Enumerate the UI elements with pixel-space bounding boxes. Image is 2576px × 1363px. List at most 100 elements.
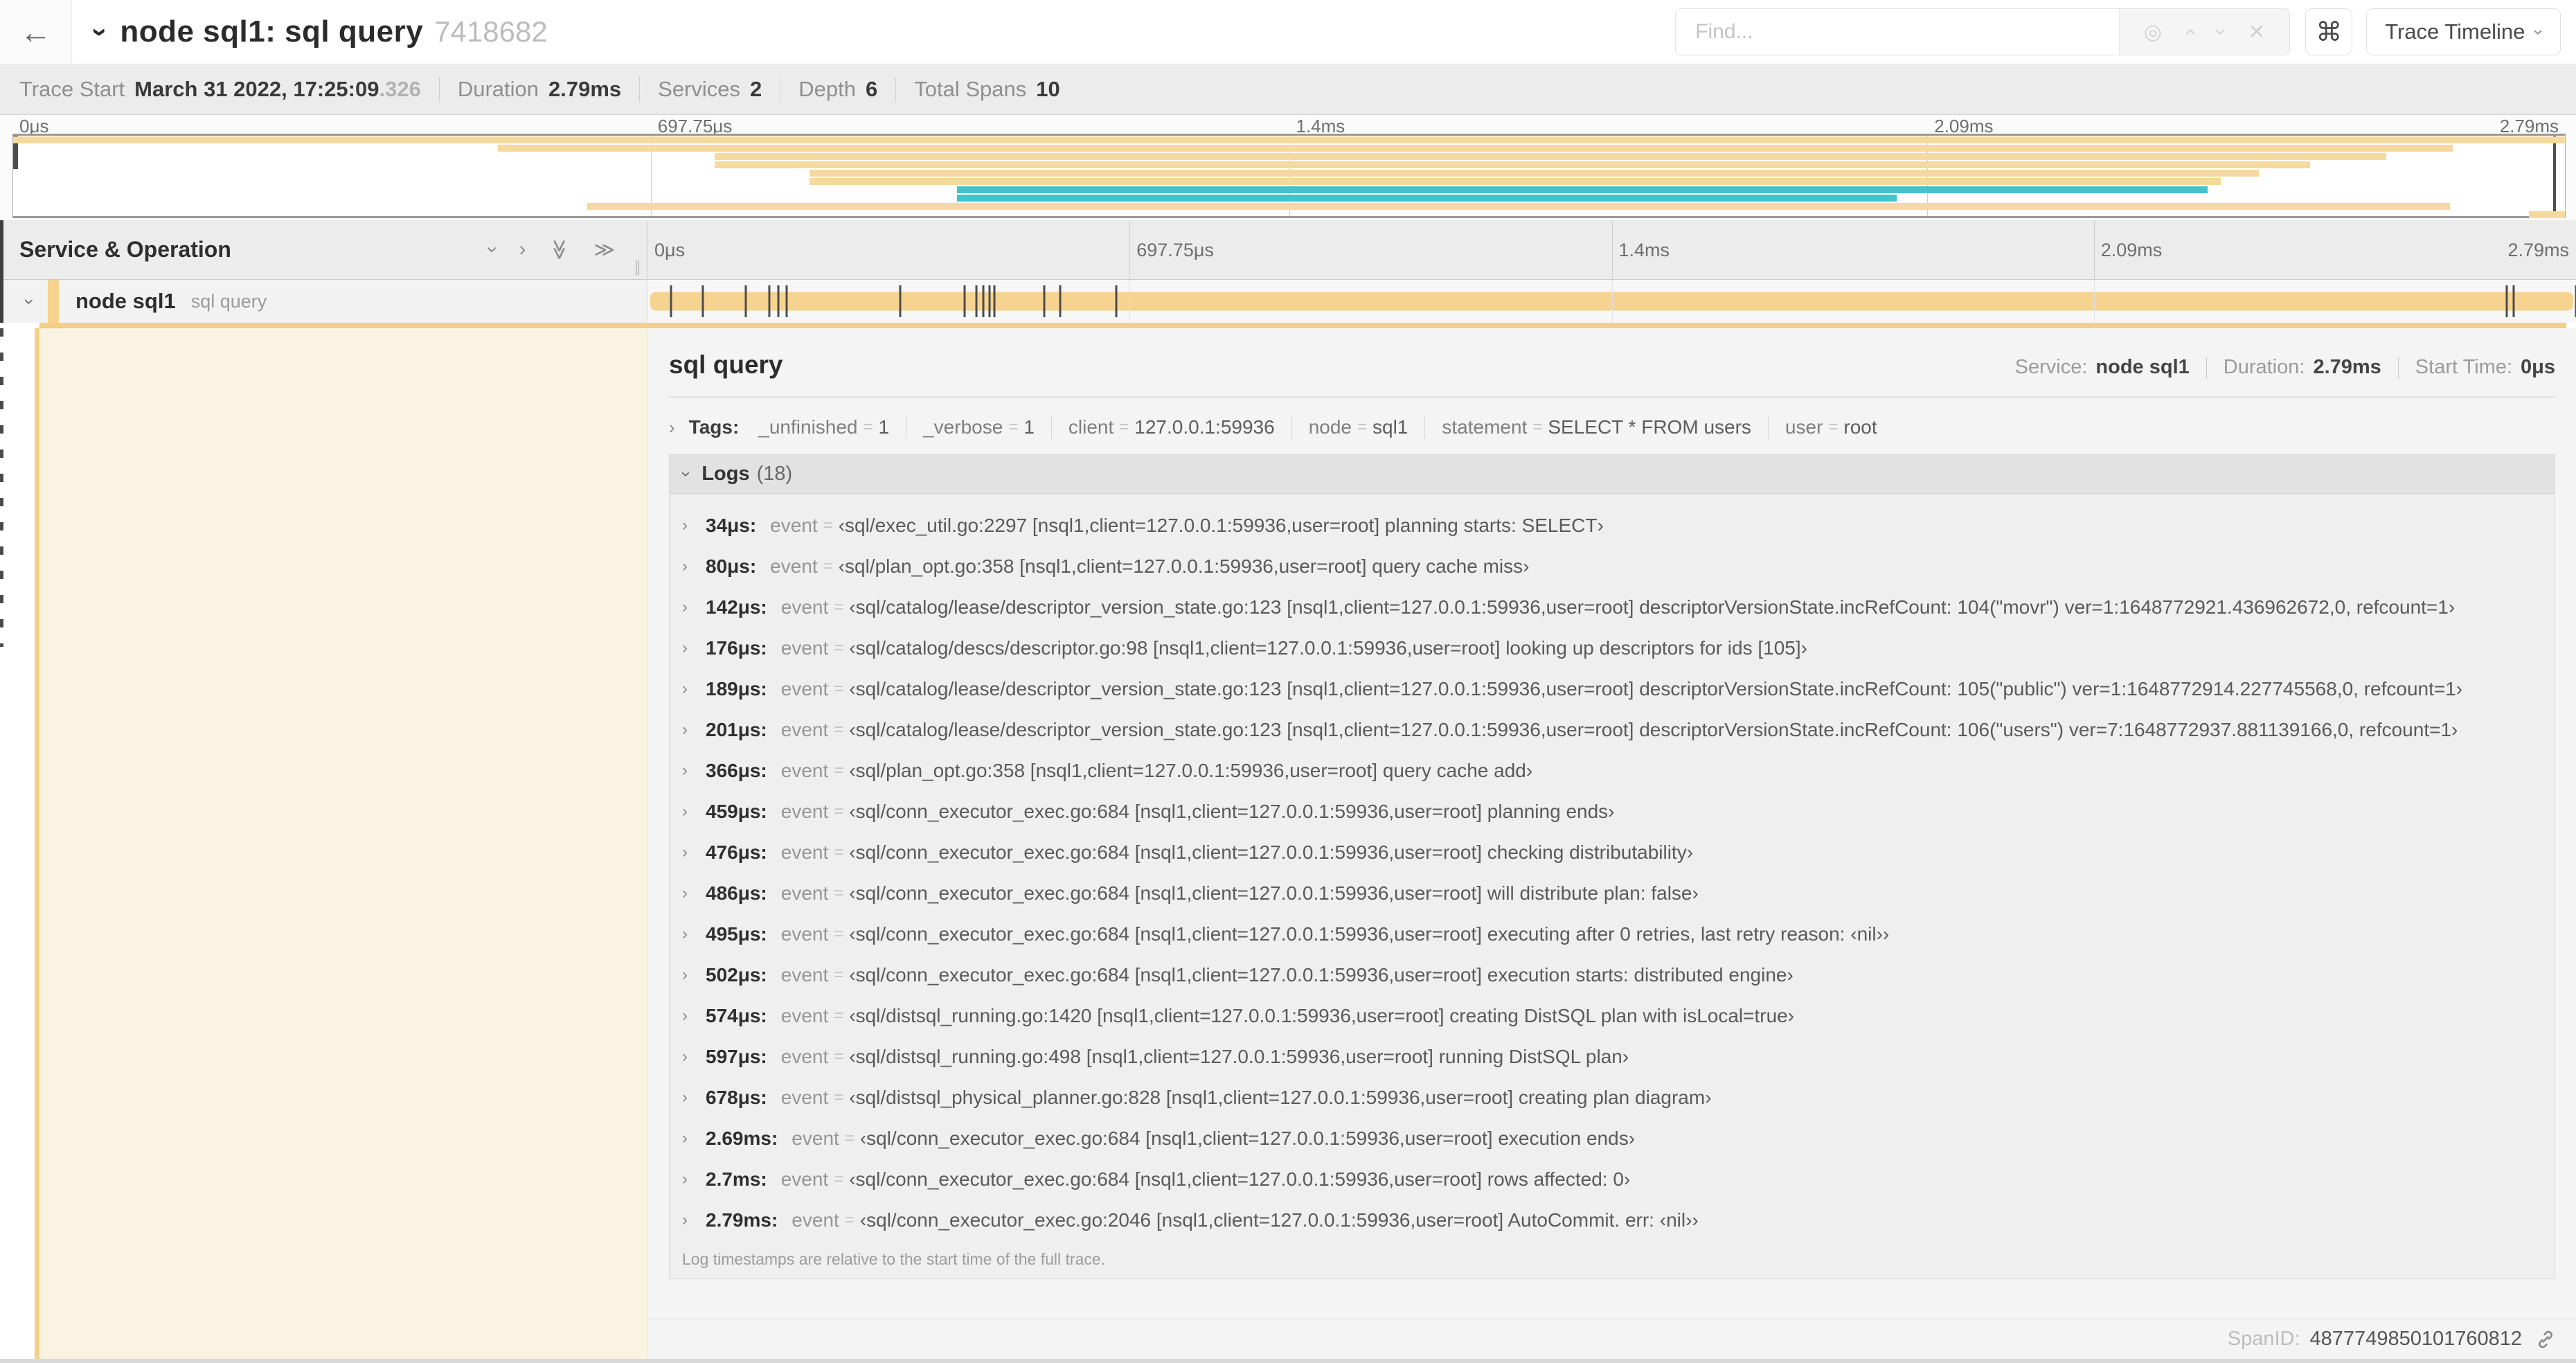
log-entry-row[interactable]: › 574μs: event = ‹sql/distsql_running.go:142…	[670, 995, 2555, 1036]
overview-separator	[2206, 356, 2207, 379]
span-children-chevron-icon[interactable]: ›	[19, 299, 40, 305]
log-event-tick[interactable]	[744, 285, 747, 317]
log-entry-row[interactable]: › 486μs: event = ‹sql/conn_executor_exec.go:…	[670, 873, 2555, 914]
log-event-tick[interactable]	[993, 285, 996, 317]
minimap-span-bar	[498, 145, 2453, 152]
collapse-trace-chevron-icon[interactable]: ›	[84, 27, 116, 36]
log-entry-row[interactable]: › 176μs: event = ‹sql/catalog/descs/descript…	[670, 627, 2555, 668]
overview-value: node sql1	[2095, 356, 2190, 378]
span-detail-accent	[39, 323, 2566, 328]
log-entry-row[interactable]: › 80μs: event = ‹sql/plan_opt.go:358 [nsql1,…	[670, 546, 2555, 587]
tags-chevron-icon[interactable]: ›	[669, 417, 675, 438]
summary-label: Duration	[457, 77, 539, 101]
log-field-name: event	[780, 1086, 829, 1108]
log-chevron-icon[interactable]: ›	[682, 884, 706, 903]
log-event-tick[interactable]	[1043, 285, 1046, 317]
span-row-name-cell[interactable]: › node sql1 sql query	[0, 220, 647, 323]
next-match-icon[interactable]: ›	[2209, 28, 2233, 35]
log-chevron-icon[interactable]: ›	[682, 802, 706, 821]
tag-value: 1	[878, 416, 890, 438]
log-event-tick[interactable]	[2512, 285, 2515, 317]
minimap-canvas[interactable]	[12, 134, 2566, 218]
log-entry-row[interactable]: › 366μs: event = ‹sql/plan_opt.go:358 [nsql1…	[670, 750, 2555, 791]
log-entry-row[interactable]: › 34μs: event = ‹sql/exec_util.go:2297 [nsql…	[670, 505, 2555, 546]
log-chevron-icon[interactable]: ›	[682, 1170, 706, 1189]
collapse-one-icon[interactable]: ›	[481, 247, 503, 253]
log-field-value: ‹sql/conn_executor_exec.go:684 [nsql1,cl…	[849, 800, 1615, 822]
logs-count: (18)	[756, 463, 793, 485]
log-chevron-icon[interactable]: ›	[682, 598, 706, 617]
log-chevron-icon[interactable]: ›	[682, 679, 706, 699]
tag-equals: =	[1008, 418, 1019, 436]
log-entry-row[interactable]: › 476μs: event = ‹sql/conn_executor_exec.go:…	[670, 832, 2555, 873]
log-entry-row[interactable]: › 2.7ms: event = ‹sql/conn_executor_exec.go:…	[670, 1159, 2555, 1200]
view-selector-dropdown[interactable]: Trace Timeline ›	[2366, 8, 2561, 55]
log-event-tick[interactable]	[1059, 285, 1062, 317]
tags-row[interactable]: › Tags: _unfinished = 1 _verbose = 1 client = 12…	[648, 398, 2576, 453]
link-icon[interactable]	[2534, 1328, 2557, 1351]
log-field-name: event	[780, 1168, 829, 1190]
expand-one-icon[interactable]: ›	[519, 238, 526, 261]
log-entry-row[interactable]: › 597μs: event = ‹sql/distsql_running.go:498…	[670, 1036, 2555, 1077]
tag-equals: =	[1532, 418, 1543, 436]
find-input[interactable]	[1676, 9, 2120, 55]
log-chevron-icon[interactable]: ›	[682, 1006, 706, 1026]
log-chevron-icon[interactable]: ›	[682, 925, 706, 944]
log-chevron-icon[interactable]: ›	[682, 516, 706, 535]
log-field-name: event	[780, 841, 829, 863]
span-color-strip	[48, 280, 59, 323]
log-event-tick[interactable]	[963, 285, 966, 317]
log-chevron-icon[interactable]: ›	[682, 1211, 706, 1230]
log-event-tick[interactable]	[670, 285, 672, 317]
logs-header[interactable]: › Logs (18)	[670, 455, 2555, 494]
range-scrubber-right[interactable]	[2553, 136, 2556, 216]
log-equals: =	[834, 842, 844, 862]
log-entry-row[interactable]: › 678μs: event = ‹sql/distsql_physical_plann…	[670, 1077, 2555, 1118]
column-resizer-handle[interactable]: ∥	[634, 258, 641, 276]
log-chevron-icon[interactable]: ›	[682, 639, 706, 658]
log-event-tick[interactable]	[982, 285, 985, 317]
log-event-tick[interactable]	[768, 285, 771, 317]
log-chevron-icon[interactable]: ›	[682, 965, 706, 985]
clear-search-icon[interactable]: ✕	[2248, 20, 2265, 44]
tag-value: SELECT * FROM users	[1548, 416, 1751, 438]
prev-match-icon[interactable]: ›	[2178, 28, 2201, 35]
log-event-tick[interactable]	[1115, 285, 1118, 317]
log-entry-row[interactable]: › 189μs: event = ‹sql/catalog/lease/descript…	[670, 668, 2555, 709]
keyboard-shortcuts-button[interactable]: ⌘	[2305, 8, 2353, 55]
log-entry-row[interactable]: › 201μs: event = ‹sql/catalog/lease/descript…	[670, 709, 2555, 750]
log-entry-time: 2.79ms:	[706, 1209, 778, 1231]
log-entry-row[interactable]: › 142μs: event = ‹sql/catalog/lease/descript…	[670, 587, 2555, 627]
collapse-all-icon[interactable]: ≫	[548, 239, 572, 260]
back-button[interactable]: ←	[0, 0, 72, 64]
log-chevron-icon[interactable]: ›	[682, 1088, 706, 1107]
log-event-tick[interactable]	[975, 285, 978, 317]
log-event-tick[interactable]	[777, 285, 780, 317]
span-row-timeline-cell[interactable]	[647, 280, 2576, 323]
log-entry-row[interactable]: › 495μs: event = ‹sql/conn_executor_exec.go:…	[670, 914, 2555, 954]
expand-all-icon[interactable]: ≫	[594, 238, 615, 262]
log-chevron-icon[interactable]: ›	[682, 557, 706, 576]
tag-separator	[1050, 416, 1052, 439]
log-entry-row[interactable]: › 2.69ms: event = ‹sql/conn_executor_exec.go…	[670, 1118, 2555, 1159]
log-chevron-icon[interactable]: ›	[682, 1129, 706, 1148]
tag-equals: =	[1357, 418, 1368, 436]
log-chevron-icon[interactable]: ›	[682, 843, 706, 862]
log-event-tick[interactable]	[899, 285, 902, 317]
minimap-span-bar	[957, 186, 2208, 193]
log-event-tick[interactable]	[785, 285, 788, 317]
log-chevron-icon[interactable]: ›	[682, 761, 706, 781]
logs-chevron-icon[interactable]: ›	[677, 471, 697, 476]
log-event-tick[interactable]	[988, 285, 991, 317]
log-field-name: event	[780, 1004, 829, 1026]
log-chevron-icon[interactable]: ›	[682, 1047, 706, 1067]
log-chevron-icon[interactable]: ›	[682, 720, 706, 740]
log-entry-row[interactable]: › 502μs: event = ‹sql/conn_executor_exec.go:…	[670, 954, 2555, 995]
log-event-tick[interactable]	[2505, 285, 2508, 317]
focus-match-icon[interactable]: ◎	[2144, 20, 2162, 44]
log-entry-row[interactable]: › 459μs: event = ‹sql/conn_executor_exec.go:…	[670, 791, 2555, 832]
log-equals: =	[823, 556, 833, 576]
log-entry-row[interactable]: › 2.79ms: event = ‹sql/conn_executor_exec.go…	[670, 1200, 2555, 1240]
log-event-tick[interactable]	[701, 285, 704, 317]
log-equals: =	[844, 1210, 855, 1229]
